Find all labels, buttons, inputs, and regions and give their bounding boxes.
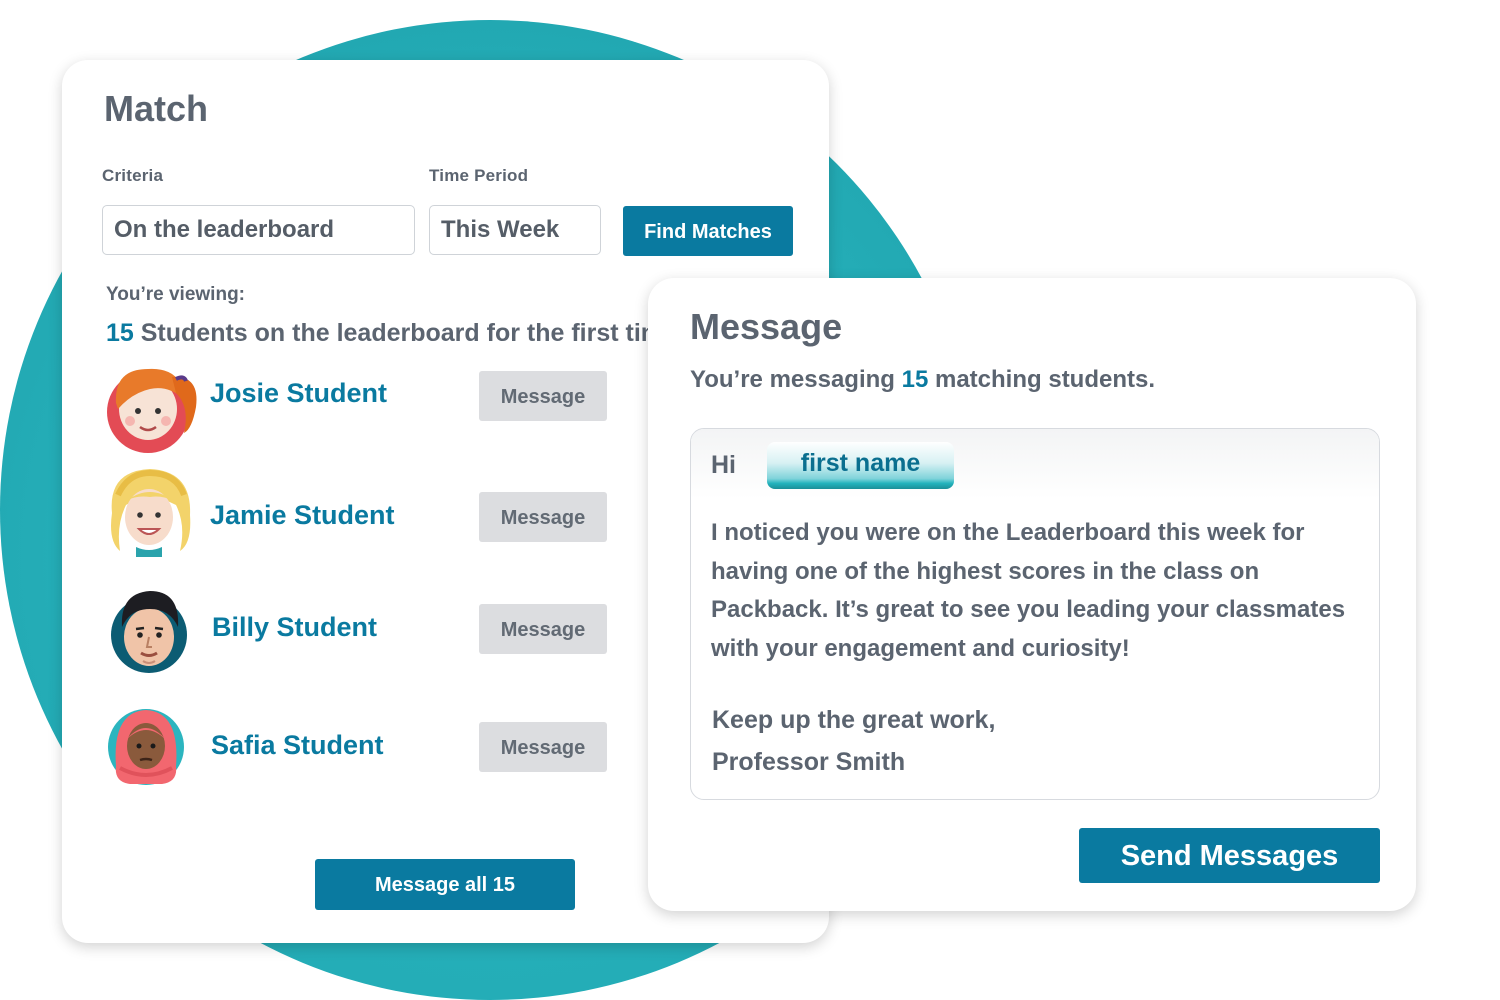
find-matches-button[interactable]: Find Matches — [623, 206, 793, 256]
criteria-select[interactable]: On the leaderboard — [102, 205, 415, 255]
message-button[interactable]: Message — [479, 492, 607, 542]
josie-avatar — [107, 368, 197, 453]
viewing-summary: 15 Students on the leaderboard for the f… — [106, 319, 677, 348]
message-title: Message — [690, 306, 843, 347]
student-name[interactable]: Safia Student — [211, 730, 384, 761]
greeting-text: Hi — [711, 451, 736, 479]
criteria-label: Criteria — [102, 166, 164, 185]
jamie-avatar — [109, 469, 191, 557]
time-period-select[interactable]: This Week — [429, 205, 601, 255]
message-panel: Message You’re messaging 15 matching stu… — [648, 278, 1416, 911]
viewing-text: Students on the leaderboard for the firs… — [133, 319, 677, 347]
student-name[interactable]: Billy Student — [212, 612, 377, 643]
match-title: Match — [104, 88, 209, 129]
messaging-prefix: You’re messaging — [690, 366, 902, 393]
messaging-summary: You’re messaging 15 matching students. — [690, 366, 1155, 394]
send-messages-button[interactable]: Send Messages — [1079, 828, 1380, 883]
message-closing: Keep up the great work, Professor Smith — [712, 699, 995, 783]
viewing-count: 15 — [106, 319, 134, 347]
first-name-token[interactable]: first name — [767, 442, 954, 489]
message-button[interactable]: Message — [479, 604, 607, 654]
time-period-label: Time Period — [429, 166, 529, 185]
message-button[interactable]: Message — [479, 371, 607, 421]
messaging-suffix: matching students. — [928, 366, 1156, 393]
student-name[interactable]: Josie Student — [210, 378, 387, 409]
message-body: I noticed you were on the Leaderboard th… — [711, 519, 1346, 662]
messaging-count: 15 — [901, 366, 929, 393]
message-button[interactable]: Message — [479, 722, 607, 772]
closing-line: Keep up the great work, — [712, 706, 996, 734]
safia-avatar — [108, 709, 184, 785]
signature-line: Professor Smith — [712, 748, 906, 776]
billy-avatar — [111, 591, 187, 673]
message-editor[interactable]: Hi first name I noticed you were on the … — [690, 428, 1380, 800]
message-all-button[interactable]: Message all 15 — [315, 859, 575, 910]
viewing-label: You’re viewing: — [106, 284, 246, 305]
student-name[interactable]: Jamie Student — [210, 500, 395, 531]
